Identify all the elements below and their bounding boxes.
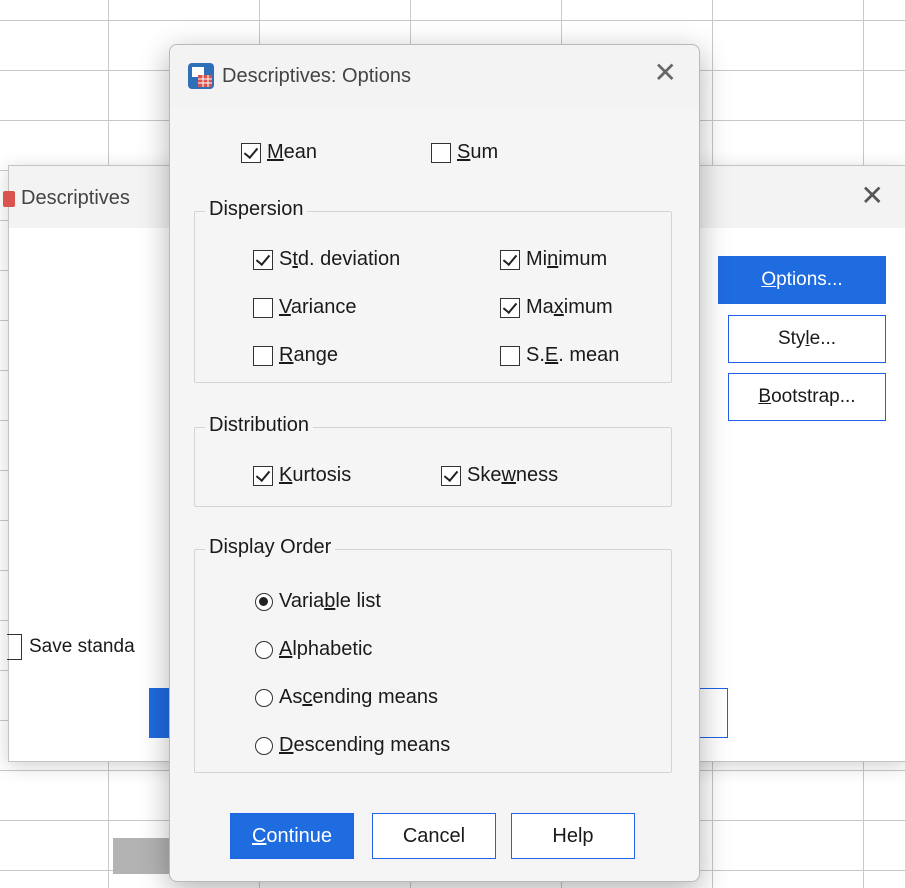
maximum-checkbox[interactable]: Maximum xyxy=(500,296,613,319)
radio-dot xyxy=(255,736,273,755)
selected-cell xyxy=(113,838,173,874)
kurtosis-checkbox[interactable]: Kurtosis xyxy=(253,464,351,487)
range-label: Range xyxy=(279,344,338,366)
mean-label: Mean xyxy=(267,141,318,163)
checkbox-box xyxy=(431,142,451,163)
std-deviation-label: Std. deviation xyxy=(279,248,401,270)
dialog-titlebar: Descriptives: Options ✕ xyxy=(170,45,699,107)
continue-button[interactable]: Continue xyxy=(230,813,354,859)
distribution-title: Distribution xyxy=(205,414,314,437)
radio-alphabetic[interactable]: Alphabetic xyxy=(255,638,372,661)
se-mean-label: S.E. mean xyxy=(526,344,620,366)
radio-label: Descending means xyxy=(279,734,451,756)
close-icon[interactable]: ✕ xyxy=(861,182,884,210)
checkbox-box xyxy=(253,345,273,366)
maximum-label: Maximum xyxy=(526,296,613,318)
checkbox-box xyxy=(241,142,261,163)
distribution-group: Distribution Kurtosis Skewness xyxy=(194,414,672,507)
range-checkbox[interactable]: Range xyxy=(253,344,338,367)
dispersion-title: Dispersion xyxy=(205,198,308,221)
radio-label: Variable list xyxy=(279,590,381,612)
radio-dot xyxy=(255,640,273,659)
mean-checkbox[interactable]: Mean xyxy=(241,141,317,164)
button-partial[interactable] xyxy=(699,688,728,738)
se-mean-checkbox[interactable]: S.E. mean xyxy=(500,344,619,367)
sum-checkbox[interactable]: Sum xyxy=(431,141,498,164)
display-order-title: Display Order xyxy=(205,536,336,559)
radio-dot xyxy=(255,688,273,707)
options-dialog: Descriptives: Options ✕ Mean Sum Dispers… xyxy=(169,44,700,882)
minimum-checkbox[interactable]: Minimum xyxy=(500,248,607,271)
display-order-group: Display Order Variable list Alphabetic A… xyxy=(194,536,672,773)
save-standardized-label: Save standa xyxy=(29,636,135,657)
save-standardized-checkbox[interactable] xyxy=(7,634,22,660)
radio-ascending-means[interactable]: Ascending means xyxy=(255,686,438,709)
app-icon xyxy=(3,191,15,207)
checkbox-box xyxy=(441,465,461,486)
dispersion-group: Dispersion Std. deviation Minimum Varian… xyxy=(194,198,672,383)
checkbox-box xyxy=(253,465,273,486)
radio-variable-list[interactable]: Variable list xyxy=(255,590,381,613)
options-button[interactable]: Options... xyxy=(718,256,886,304)
minimum-label: Minimum xyxy=(526,248,608,270)
checkbox-box xyxy=(500,249,520,270)
radio-descending-means[interactable]: Descending means xyxy=(255,734,450,757)
radio-dot xyxy=(255,592,273,611)
skewness-label: Skewness xyxy=(467,464,559,486)
kurtosis-label: Kurtosis xyxy=(279,464,352,486)
bootstrap-button[interactable]: Bootstrap... xyxy=(728,373,886,421)
checkbox-box xyxy=(253,249,273,270)
cancel-button[interactable]: Cancel xyxy=(372,813,496,859)
checkbox-box xyxy=(500,297,520,318)
close-icon[interactable]: ✕ xyxy=(654,59,677,87)
descriptives-title: Descriptives xyxy=(21,187,130,209)
spss-app-icon xyxy=(188,63,214,89)
checkbox-box xyxy=(500,345,520,366)
sum-label: Sum xyxy=(457,141,499,163)
checkbox-box xyxy=(253,297,273,318)
variance-label: Variance xyxy=(279,296,357,318)
skewness-checkbox[interactable]: Skewness xyxy=(441,464,558,487)
dialog-title: Descriptives: Options xyxy=(222,65,411,87)
style-button[interactable]: Style... xyxy=(728,315,886,363)
radio-label: Alphabetic xyxy=(279,638,373,660)
help-button[interactable]: Help xyxy=(511,813,635,859)
std-deviation-checkbox[interactable]: Std. deviation xyxy=(253,248,400,271)
variance-checkbox[interactable]: Variance xyxy=(253,296,356,319)
radio-label: Ascending means xyxy=(279,686,438,708)
